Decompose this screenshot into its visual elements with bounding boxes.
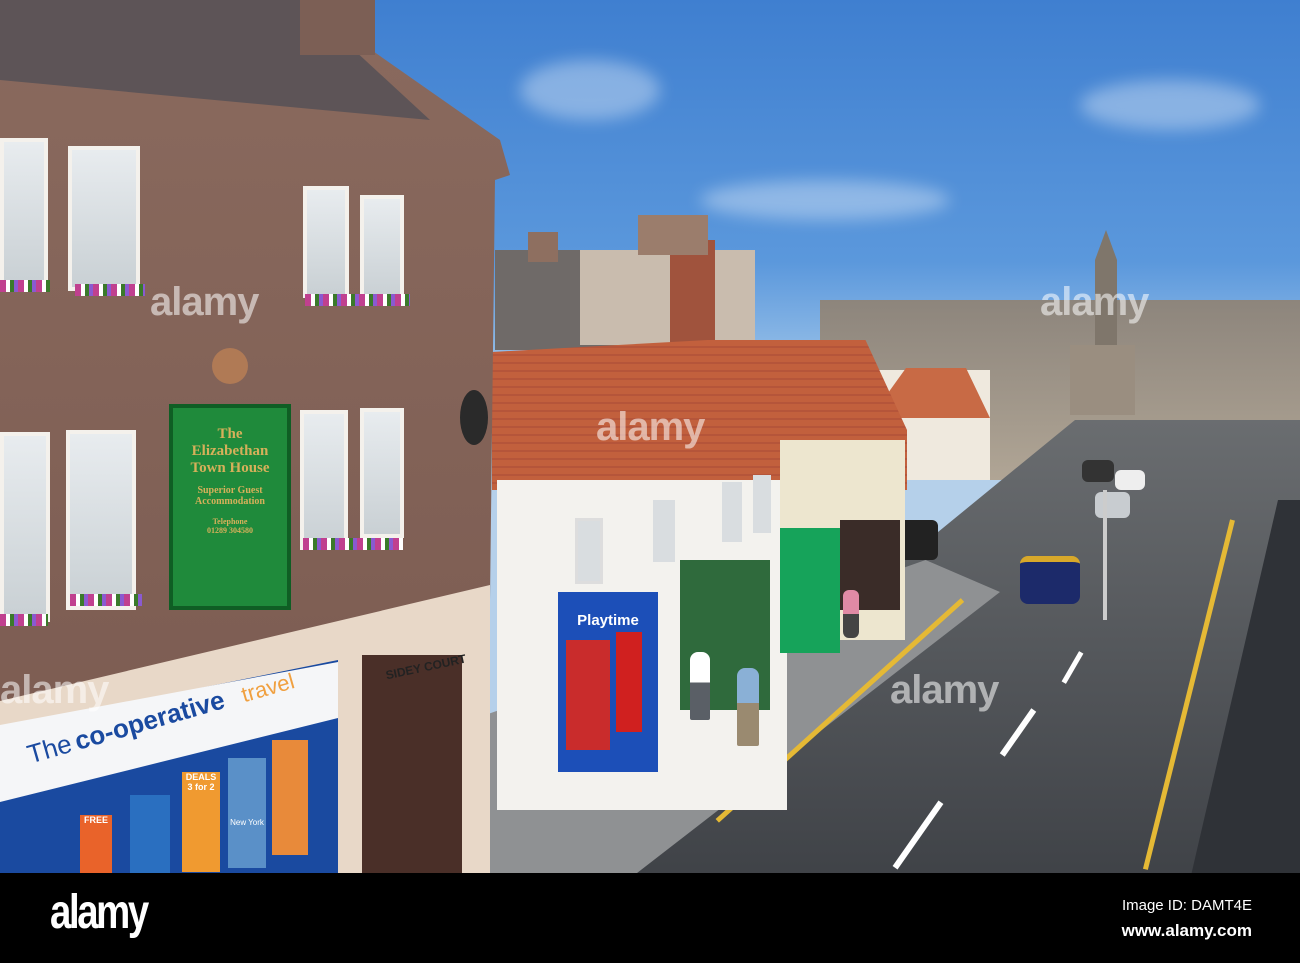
image-id: Image ID: DAMT4E	[1121, 897, 1252, 914]
cloud	[700, 180, 950, 220]
window	[68, 146, 140, 291]
window	[360, 195, 404, 300]
flower-box	[305, 294, 410, 306]
chimney	[528, 232, 558, 262]
poster: New York	[228, 758, 266, 868]
car	[1082, 460, 1114, 482]
shop-door	[616, 632, 642, 732]
window	[753, 475, 771, 533]
chimney	[300, 0, 375, 55]
cloud	[520, 60, 660, 120]
sidey-court-passage	[362, 655, 462, 873]
window	[66, 430, 136, 610]
car	[1095, 492, 1130, 518]
hotel-sign-line: Telephone	[212, 517, 248, 526]
poster: FREE	[80, 815, 112, 873]
window	[575, 518, 603, 584]
poster-text: FREE	[83, 815, 108, 825]
cloud	[1080, 80, 1260, 130]
flower-box	[0, 614, 48, 626]
watermark: alamy	[150, 280, 259, 324]
poster-text: DEALS	[185, 772, 217, 782]
watermark: alamy	[1040, 280, 1149, 324]
flower-box	[303, 538, 403, 550]
town-hall	[1070, 345, 1135, 415]
pedestrian	[737, 668, 759, 746]
chimney	[638, 215, 708, 255]
pedestrian	[690, 652, 710, 720]
hotel-sign-line: The	[217, 426, 243, 442]
alamy-url: www.alamy.com	[1121, 921, 1252, 940]
hotel-sign: The Elizabethan Town House Superior Gues…	[169, 404, 291, 610]
hotel-sign-line: 01289 304580	[207, 526, 253, 535]
flower-box	[70, 594, 142, 606]
poster	[130, 795, 170, 873]
hotel-sign-line: Accommodation	[195, 496, 265, 507]
window	[360, 408, 404, 538]
building-gable	[580, 250, 755, 345]
footer-bar: alamy Image ID: DAMT4E www.alamy.com	[0, 873, 1300, 963]
watermark: alamy	[890, 668, 999, 712]
flower-box	[0, 280, 50, 292]
pedestrian	[843, 590, 859, 638]
lamp-shadow	[460, 390, 488, 445]
chimney	[670, 240, 715, 350]
watermark: alamy	[596, 405, 705, 449]
car	[1115, 470, 1145, 490]
flower-box	[75, 284, 145, 296]
car	[1020, 556, 1080, 604]
playtime-sign: Playtime	[577, 612, 639, 629]
window	[0, 138, 48, 288]
poster	[272, 740, 308, 855]
window	[0, 432, 50, 622]
poster: DEALS 3 for 2	[182, 772, 220, 872]
alamy-logo: alamy	[50, 886, 149, 939]
poster-text: 3 for 2	[187, 782, 215, 792]
sunburst-plaque	[212, 348, 248, 384]
window	[303, 186, 349, 298]
street-photo: Playtime The Elizabethan Town House Supe…	[0, 0, 1300, 873]
watermark: alamy	[0, 668, 109, 712]
hotel-sign-line: Elizabethan	[191, 443, 269, 459]
shop-window	[566, 640, 610, 750]
lamp-post	[1103, 490, 1107, 620]
window	[653, 500, 675, 562]
poster-text: New York	[230, 818, 264, 827]
hotel-sign-line: Superior Guest	[197, 485, 263, 496]
window	[722, 482, 742, 542]
window	[300, 410, 348, 550]
green-shopfront	[780, 528, 840, 653]
hotel-sign-line: Town House	[190, 460, 270, 476]
